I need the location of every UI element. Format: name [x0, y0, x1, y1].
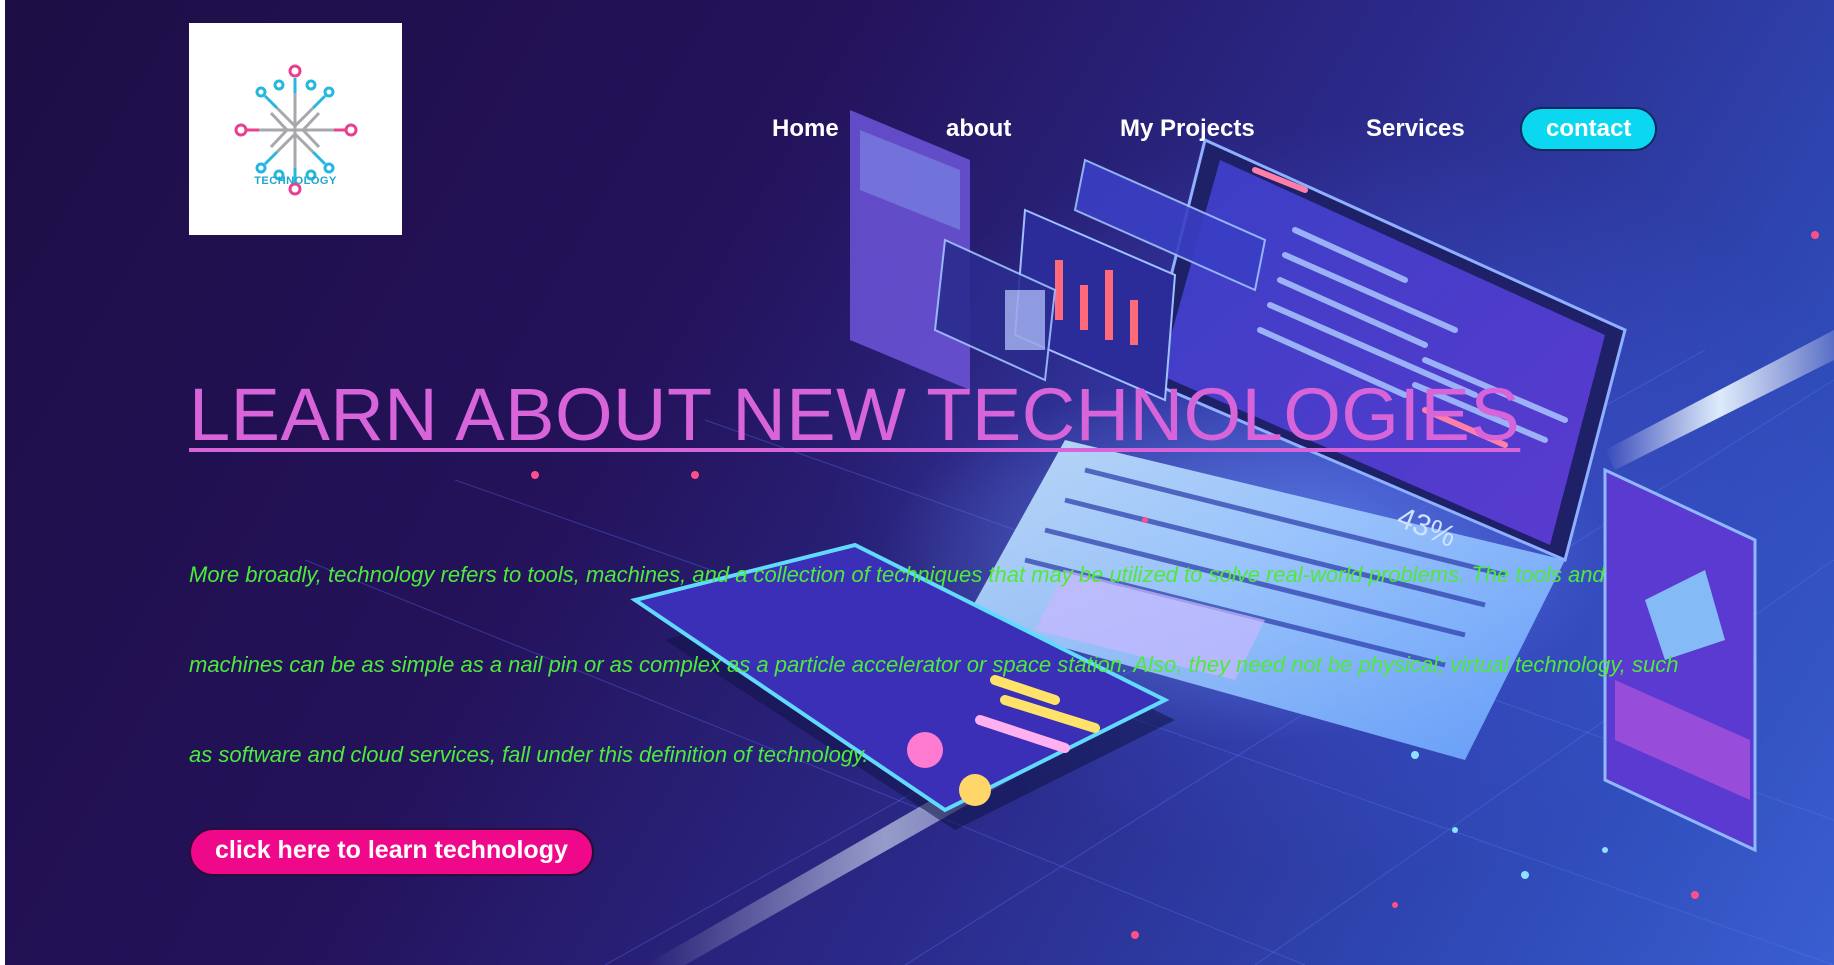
nav-home[interactable]: Home: [772, 107, 839, 151]
nav-projects[interactable]: My Projects: [1120, 107, 1255, 151]
logo-text: TECHNOLOGY: [254, 175, 337, 187]
learn-technology-button[interactable]: click here to learn technology: [189, 828, 594, 876]
main-nav: Home about My Projects Services contact: [5, 107, 1834, 151]
nav-about[interactable]: about: [946, 107, 1011, 151]
hero-title[interactable]: LEARN ABOUT NEW TECHNOLOGIES: [189, 372, 1520, 457]
nav-services[interactable]: Services: [1366, 107, 1465, 151]
contact-button[interactable]: contact: [1520, 107, 1658, 151]
hero-section: 43% TECHNOLOGY Home about My Projects Se…: [5, 0, 1834, 965]
hero-description: More broadly, technology refers to tools…: [189, 562, 1679, 767]
light-beam: [1605, 330, 1834, 470]
